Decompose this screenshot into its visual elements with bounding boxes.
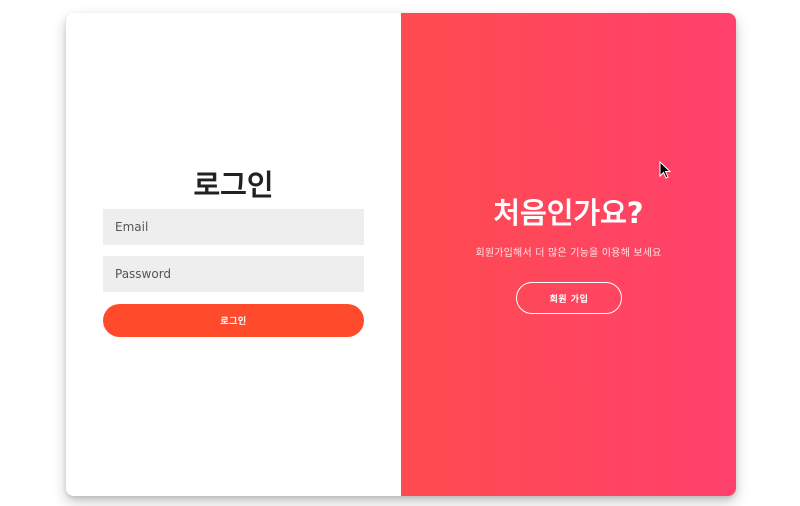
signup-title: 처음인가요? xyxy=(493,196,644,230)
signup-button[interactable]: 회원 가입 xyxy=(516,282,622,314)
password-field[interactable] xyxy=(103,256,364,292)
auth-card: 로그인 로그인 처음인가요? 회원가입해서 더 많은 기능을 이용해 보세요 회… xyxy=(66,13,736,496)
signup-description: 회원가입해서 더 많은 기능을 이용해 보세요 xyxy=(475,248,662,259)
login-button[interactable]: 로그인 xyxy=(103,304,364,337)
signup-panel: 처음인가요? 회원가입해서 더 많은 기능을 이용해 보세요 회원 가입 xyxy=(401,13,736,496)
mouse-pointer-icon xyxy=(659,161,671,179)
login-title: 로그인 xyxy=(193,168,274,202)
email-field[interactable] xyxy=(103,209,364,245)
login-panel: 로그인 로그인 xyxy=(66,13,401,496)
page: 로그인 로그인 처음인가요? 회원가입해서 더 많은 기능을 이용해 보세요 회… xyxy=(0,0,800,506)
